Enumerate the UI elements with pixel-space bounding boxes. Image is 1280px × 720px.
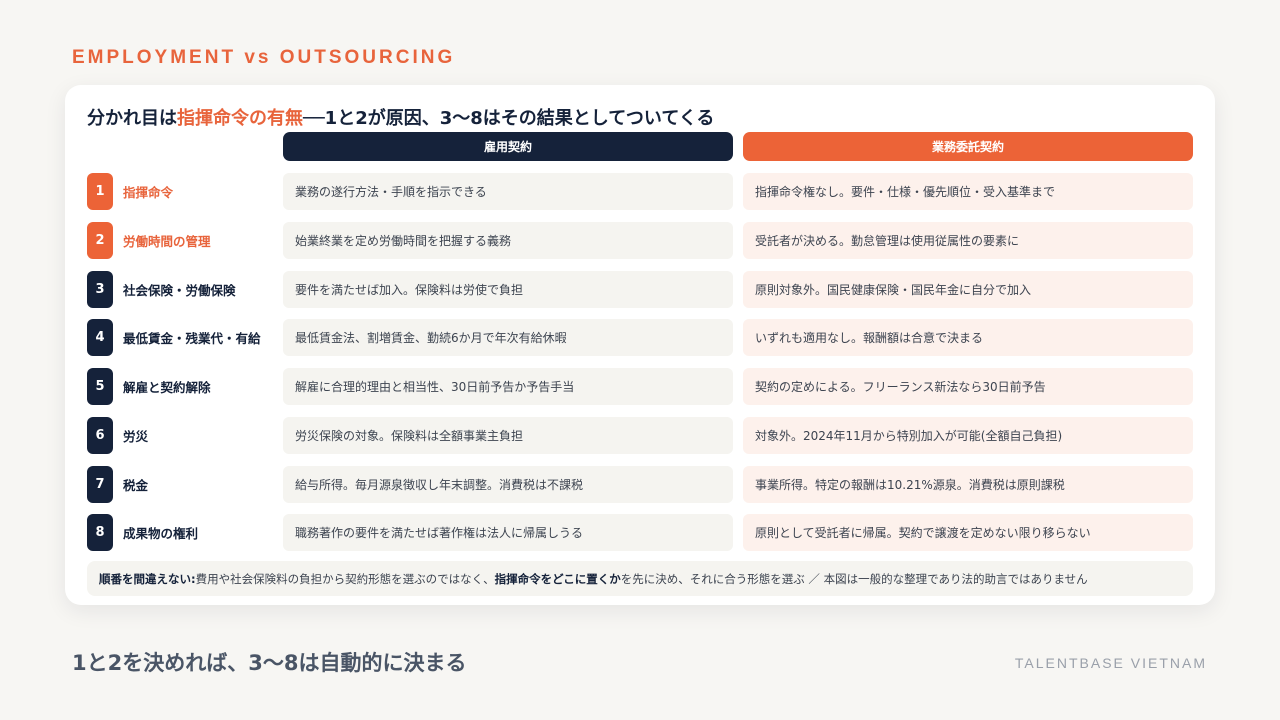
brand-logo-text: TALENTBASE VIETNAM xyxy=(1014,655,1207,671)
row-number-badge: 4 xyxy=(87,319,113,356)
row-number-badge: 2 xyxy=(87,222,113,259)
table-row: 1 指揮命令 業務の遂行方法・手順を指示できる 指揮命令権なし。要件・仕様・優先… xyxy=(65,173,1215,210)
row-number-badge: 8 xyxy=(87,514,113,551)
table-row: 7 税金 給与所得。毎月源泉徴収し年末調整。消費税は不課税 事業所得。特定の報酬… xyxy=(65,466,1215,503)
table-row: 8 成果物の権利 職務著作の要件を満たせば著作権は法人に帰属しうる 原則として受… xyxy=(65,514,1215,551)
employment-cell: 始業終業を定め労働時間を把握する義務 xyxy=(283,222,733,259)
table-row: 4 最低賃金・残業代・有給 最低賃金法、割増賃金、勤続6か月で年次有給休暇 いず… xyxy=(65,319,1215,356)
row-label: 社会保険・労働保険 xyxy=(123,283,236,298)
employment-cell: 労災保険の対象。保険料は全額事業主負担 xyxy=(283,417,733,454)
row-label: 税金 xyxy=(123,478,149,493)
row-number-badge: 7 xyxy=(87,466,113,503)
column-header-outsourcing: 業務委託契約 xyxy=(743,132,1193,161)
comparison-card: 分かれ目は指揮命令の有無──1と2が原因、3〜8はその結果としてついてくる 雇用… xyxy=(65,85,1215,605)
note-text-1: 費用や社会保険料の負担から契約形態を選ぶのではなく、 xyxy=(195,571,495,586)
row-number-badge: 6 xyxy=(87,417,113,454)
outsourcing-cell: 対象外。2024年11月から特別加入が可能(全額自己負担) xyxy=(743,417,1193,454)
section-eyebrow: EMPLOYMENT vs OUTSOURCING xyxy=(72,47,456,68)
note-text-2: を先に決め、それに合う形態を選ぶ ／ 本図は一般的な整理であり法的助言ではありま… xyxy=(620,571,1088,586)
outsourcing-cell: いずれも適用なし。報酬額は合意で決まる xyxy=(743,319,1193,356)
note-emphasis: 指揮命令をどこに置くか xyxy=(494,571,621,586)
row-number-badge: 3 xyxy=(87,271,113,308)
heading-prefix: 分かれ目は xyxy=(87,108,177,129)
row-label: 解雇と契約解除 xyxy=(123,380,211,395)
employment-cell: 業務の遂行方法・手順を指示できる xyxy=(283,173,733,210)
row-label: 労働時間の管理 xyxy=(123,234,211,249)
table-row: 5 解雇と契約解除 解雇に合理的理由と相当性、30日前予告か予告手当 契約の定め… xyxy=(65,368,1215,405)
outsourcing-cell: 原則として受託者に帰属。契約で譲渡を定めない限り移らない xyxy=(743,514,1193,551)
row-number-badge: 5 xyxy=(87,368,113,405)
table-row: 2 労働時間の管理 始業終業を定め労働時間を把握する義務 受託者が決める。勤怠管… xyxy=(65,222,1215,259)
card-heading: 分かれ目は指揮命令の有無──1と2が原因、3〜8はその結果としてついてくる xyxy=(87,104,714,130)
outsourcing-cell: 事業所得。特定の報酬は10.21%源泉。消費税は原則課税 xyxy=(743,466,1193,503)
note-lead: 順番を間違えない: xyxy=(99,571,196,586)
table-row: 6 労災 労災保険の対象。保険料は全額事業主負担 対象外。2024年11月から特… xyxy=(65,417,1215,454)
column-header-employment: 雇用契約 xyxy=(283,132,733,161)
employment-cell: 最低賃金法、割増賃金、勤続6か月で年次有給休暇 xyxy=(283,319,733,356)
employment-cell: 解雇に合理的理由と相当性、30日前予告か予告手当 xyxy=(283,368,733,405)
employment-cell: 要件を満たせば加入。保険料は労使で負担 xyxy=(283,271,733,308)
row-label: 労災 xyxy=(123,429,149,444)
row-number-badge: 1 xyxy=(87,173,113,210)
heading-accent: 指揮命令の有無 xyxy=(177,108,303,129)
row-label: 最低賃金・残業代・有給 xyxy=(123,331,261,346)
row-label: 指揮命令 xyxy=(123,185,174,200)
outsourcing-cell: 受託者が決める。勤怠管理は使用従属性の要素に xyxy=(743,222,1193,259)
employment-cell: 給与所得。毎月源泉徴収し年末調整。消費税は不課税 xyxy=(283,466,733,503)
guidance-note: 順番を間違えない: 費用や社会保険料の負担から契約形態を選ぶのではなく、 指揮命令… xyxy=(87,561,1193,596)
heading-suffix: ──1と2が原因、3〜8はその結果としてついてくる xyxy=(303,108,715,129)
row-label: 成果物の権利 xyxy=(123,526,199,541)
employment-cell: 職務著作の要件を満たせば著作権は法人に帰属しうる xyxy=(283,514,733,551)
outsourcing-cell: 原則対象外。国民健康保険・国民年金に自分で加入 xyxy=(743,271,1193,308)
table-row: 3 社会保険・労働保険 要件を満たせば加入。保険料は労使で負担 原則対象外。国民… xyxy=(65,271,1215,308)
outsourcing-cell: 契約の定めによる。フリーランス新法なら30日前予告 xyxy=(743,368,1193,405)
footer-title: 1と2を決めれば、3〜8は自動的に決まる xyxy=(72,651,467,675)
outsourcing-cell: 指揮命令権なし。要件・仕様・優先順位・受入基準まで xyxy=(743,173,1193,210)
